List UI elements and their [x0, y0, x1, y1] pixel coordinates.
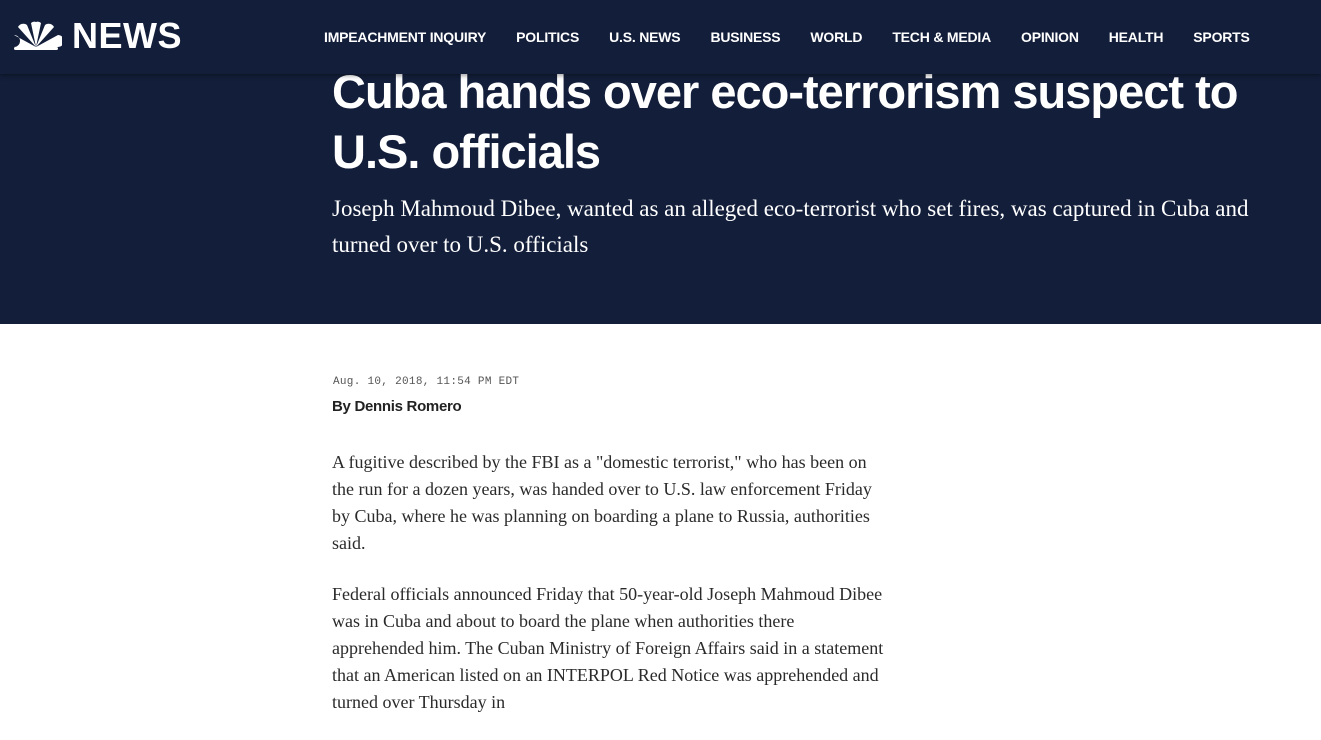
- byline-prefix: By: [332, 398, 351, 415]
- article-headline: Cuba hands over eco-terrorism suspect to…: [332, 65, 1238, 178]
- nav-item-sports[interactable]: SPORTS: [1193, 29, 1250, 45]
- article-paragraph: A fugitive described by the FBI as a "do…: [332, 452, 872, 553]
- nav-item-world[interactable]: WORLD: [810, 29, 862, 45]
- article-paragraph: Federal officials announced Friday that …: [332, 584, 884, 712]
- nav-item-opinion[interactable]: OPINION: [1021, 29, 1079, 45]
- article-timestamp: Aug. 10, 2018, 11:54 PM EDT: [333, 376, 520, 388]
- nav-item-us-news[interactable]: U.S. NEWS: [609, 29, 681, 45]
- site-header: NEWS IMPEACHMENT INQUIRY POLITICS U.S. N…: [0, 0, 1321, 74]
- nav-item-tech-media[interactable]: TECH & MEDIA: [892, 29, 991, 45]
- author-link[interactable]: Dennis Romero: [354, 398, 461, 415]
- nav-item-business[interactable]: BUSINESS: [710, 29, 780, 45]
- article-dek: Joseph Mahmoud Dibee, wanted as an alleg…: [332, 196, 1249, 257]
- main-nav: IMPEACHMENT INQUIRY POLITICS U.S. NEWS B…: [324, 0, 1280, 74]
- site-logo[interactable]: NEWS: [10, 15, 182, 56]
- nav-item-politics[interactable]: POLITICS: [516, 29, 579, 45]
- nbc-peacock-icon: [14, 21, 62, 50]
- nav-item-health[interactable]: HEALTH: [1109, 29, 1164, 45]
- nav-item-impeachment-inquiry[interactable]: IMPEACHMENT INQUIRY: [324, 29, 486, 45]
- article-body: A fugitive described by the FBI as a "do…: [332, 449, 884, 740]
- article-byline: By Dennis Romero: [332, 398, 462, 415]
- logo-text: NEWS: [72, 15, 182, 56]
